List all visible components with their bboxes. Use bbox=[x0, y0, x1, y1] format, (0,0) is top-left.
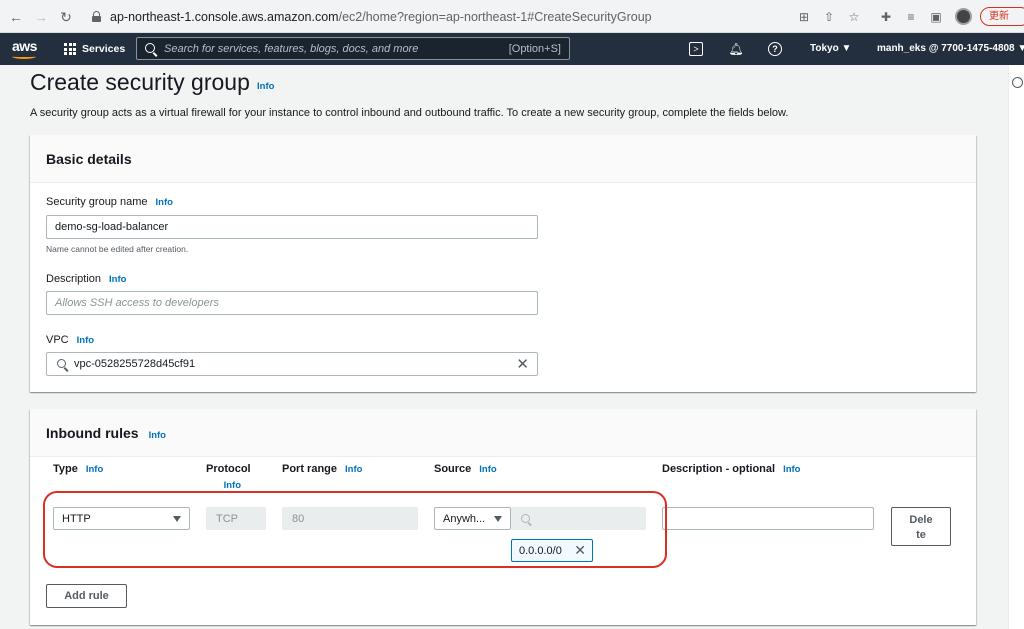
region-selector[interactable]: Tokyo ▼ bbox=[810, 43, 851, 54]
vpc-value: vpc-0528255728d45cf91 bbox=[74, 358, 196, 370]
add-rule-button[interactable]: Add rule bbox=[46, 584, 127, 608]
info-panel-icon[interactable] bbox=[1012, 77, 1023, 88]
utility-panel-strip bbox=[1008, 65, 1024, 629]
type-info-link[interactable]: Info bbox=[86, 464, 103, 475]
protocol-info-link[interactable]: Info bbox=[214, 480, 251, 491]
description-label-text: Description bbox=[46, 273, 102, 285]
search-icon bbox=[57, 359, 66, 368]
search-icon bbox=[145, 43, 155, 53]
console-search-input[interactable]: Search for services, features, blogs, do… bbox=[136, 37, 570, 60]
back-arrow-icon[interactable]: ← bbox=[8, 9, 24, 25]
source-info-link[interactable]: Info bbox=[479, 464, 496, 475]
aws-smile-icon bbox=[12, 54, 36, 59]
translate-icon[interactable]: ⊞ bbox=[796, 9, 812, 25]
help-icon[interactable]: ? bbox=[768, 42, 782, 56]
inbound-rules-heading: Inbound rules Info bbox=[46, 425, 166, 441]
description-column-header-text: Description - optional bbox=[662, 463, 776, 475]
type-column-header: Type Info bbox=[53, 463, 103, 475]
aws-logo[interactable]: aws bbox=[12, 38, 37, 54]
basic-details-header: Basic details bbox=[30, 135, 976, 183]
bookmark-star-icon[interactable]: ☆ bbox=[846, 9, 862, 25]
cloudshell-icon[interactable]: > bbox=[689, 42, 703, 56]
url-text: ap-northeast-1.console.aws.amazon.com/ec… bbox=[110, 10, 652, 24]
inbound-rules-heading-text: Inbound rules bbox=[46, 425, 139, 441]
profile-avatar[interactable] bbox=[955, 8, 972, 25]
security-group-name-info-link[interactable]: Info bbox=[156, 197, 173, 208]
vpc-label-text: VPC bbox=[46, 334, 69, 346]
delete-rule-button[interactable]: Dele te bbox=[891, 507, 951, 546]
security-group-name-label-text: Security group name bbox=[46, 196, 148, 208]
reading-list-icon[interactable]: ≡ bbox=[903, 9, 919, 25]
update-button[interactable]: 更新 bbox=[980, 7, 1024, 26]
browser-toolbar: ← → ↻ ap-northeast-1.console.aws.amazon.… bbox=[0, 0, 1024, 33]
vpc-info-link[interactable]: Info bbox=[77, 335, 94, 346]
clear-icon[interactable]: ✕ bbox=[516, 357, 529, 372]
port-range-column-header: Port range Info bbox=[282, 463, 362, 475]
address-bar[interactable]: ap-northeast-1.console.aws.amazon.com/ec… bbox=[86, 5, 866, 29]
inbound-rules-info-link[interactable]: Info bbox=[149, 430, 166, 441]
share-icon[interactable]: ⇧ bbox=[821, 9, 837, 25]
delete-rule-label-line2: te bbox=[916, 529, 926, 541]
security-group-name-field[interactable]: demo-sg-load-balancer bbox=[46, 215, 538, 239]
source-column-header-text: Source bbox=[434, 463, 472, 475]
source-column-header: Source Info bbox=[434, 463, 497, 475]
security-group-name-hint: Name cannot be edited after creation. bbox=[46, 244, 189, 254]
delete-rule-label-line1: Dele bbox=[909, 514, 933, 526]
protocol-column-header-text: Protocol bbox=[206, 463, 251, 475]
description-field[interactable]: Allows SSH access to developers bbox=[46, 291, 538, 315]
description-column-header: Description - optional Info bbox=[662, 463, 800, 475]
search-shortcut-hint: [Option+S] bbox=[508, 43, 561, 55]
notifications-bell-icon[interactable]: 🔔︎ bbox=[728, 41, 744, 57]
aws-console-header: aws Services Search for services, featur… bbox=[0, 33, 1024, 65]
inbound-rules-header: Inbound rules Info bbox=[30, 409, 976, 457]
port-range-info-link[interactable]: Info bbox=[345, 464, 362, 475]
security-group-name-label: Security group name Info bbox=[46, 196, 173, 208]
services-label: Services bbox=[82, 43, 126, 55]
description-column-info-link[interactable]: Info bbox=[783, 464, 800, 475]
extensions-puzzle-icon[interactable]: ✚ bbox=[878, 9, 894, 25]
side-panel-icon[interactable]: ▣ bbox=[928, 9, 944, 25]
basic-details-heading: Basic details bbox=[46, 151, 132, 167]
basic-details-panel: Basic details Security group name Info de… bbox=[30, 135, 976, 392]
reload-icon[interactable]: ↻ bbox=[58, 9, 74, 25]
page-title: Create security group bbox=[30, 69, 250, 95]
vpc-label: VPC Info bbox=[46, 334, 94, 346]
type-column-header-text: Type bbox=[53, 463, 78, 475]
protocol-column-header: Protocol Info bbox=[206, 463, 251, 491]
annotation-highlight bbox=[43, 491, 667, 568]
account-menu[interactable]: manh_eks @ 7700-1475-4808 ▼ bbox=[877, 43, 1024, 54]
title-info-link[interactable]: Info bbox=[257, 81, 274, 92]
page-description: A security group acts as a virtual firew… bbox=[30, 107, 789, 119]
rule-description-field[interactable] bbox=[662, 507, 874, 530]
vpc-search-field[interactable]: vpc-0528255728d45cf91 ✕ bbox=[46, 352, 538, 376]
description-label: Description Info bbox=[46, 273, 126, 285]
forward-arrow-icon[interactable]: → bbox=[33, 9, 49, 25]
grid-icon bbox=[64, 43, 76, 55]
services-menu-button[interactable]: Services bbox=[64, 41, 125, 57]
lock-icon bbox=[92, 11, 101, 22]
description-info-link[interactable]: Info bbox=[109, 274, 126, 285]
url-path: /ec2/home?region=ap-northeast-1#CreateSe… bbox=[338, 10, 652, 24]
url-host: ap-northeast-1.console.aws.amazon.com bbox=[110, 10, 339, 24]
port-range-column-header-text: Port range bbox=[282, 463, 338, 475]
console-search-placeholder: Search for services, features, blogs, do… bbox=[164, 43, 419, 55]
